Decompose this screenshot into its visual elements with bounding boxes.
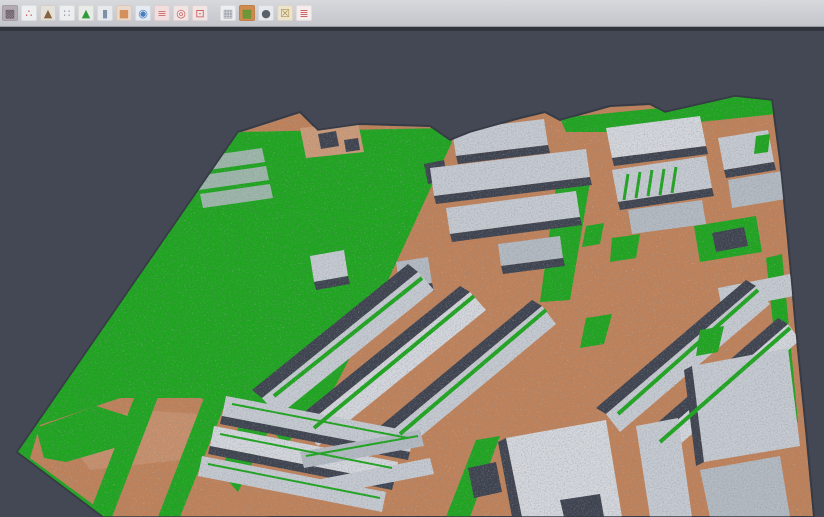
scatter-points-icon[interactable]: ∴ [21,5,37,21]
attribute-table-icon[interactable]: ≡ [154,5,170,21]
grid-icon[interactable]: ▦ [220,5,236,21]
terrain-model-icon[interactable]: ▲ [78,5,94,21]
render-sphere-icon-glyph: ● [261,8,271,19]
raster-tools-icon[interactable]: ▩ [2,5,18,21]
globe-icon[interactable]: ◉ [135,5,151,21]
target-icon-glyph: ◎ [176,8,186,19]
point-cloud-icon-glyph: ∷ [64,8,71,19]
point-cloud-scene[interactable] [0,0,824,517]
legend-icon[interactable]: ≣ [296,5,312,21]
clip-box-icon-glyph: ☒ [280,8,290,19]
application-window: ▩ ∴ ▲ ∷ ▲ ▮ ■ ◉ ≡ ◎ ⊡ ▦ ▩ ● ☒ ≣ [0,0,824,517]
toolbar-shadow-strip [0,27,824,31]
profile-icon-glyph: ▮ [102,8,108,19]
toolbar-group-separator [211,5,217,21]
tin-mesh-icon[interactable]: ▲ [40,5,56,21]
main-toolbar: ▩ ∴ ▲ ∷ ▲ ▮ ■ ◉ ≡ ◎ ⊡ ▦ ▩ ● ☒ ≣ [0,0,824,27]
orthophoto-icon-glyph: ■ [119,8,129,19]
scatter-points-icon-glyph: ∴ [26,8,33,19]
grid-icon-glyph: ▦ [223,8,233,19]
terrain-content [0,0,824,517]
render-sphere-icon[interactable]: ● [258,5,274,21]
select-extent-icon-glyph: ⊡ [195,8,204,19]
globe-icon-glyph: ◉ [138,8,148,19]
select-extent-icon[interactable]: ⊡ [192,5,208,21]
classification-icon[interactable]: ▩ [239,5,255,21]
clip-box-icon[interactable]: ☒ [277,5,293,21]
target-icon[interactable]: ◎ [173,5,189,21]
noise-light-overlay [0,0,824,517]
orthophoto-icon[interactable]: ■ [116,5,132,21]
point-cloud-icon[interactable]: ∷ [59,5,75,21]
raster-tools-icon-glyph: ▩ [5,8,15,19]
attribute-table-icon-glyph: ≡ [157,8,166,19]
classification-icon-glyph: ▩ [242,8,252,19]
tin-mesh-icon-glyph: ▲ [44,8,52,19]
viewport-3d[interactable] [0,0,824,517]
legend-icon-glyph: ≣ [299,8,308,19]
profile-icon[interactable]: ▮ [97,5,113,21]
terrain-model-icon-glyph: ▲ [82,8,90,19]
